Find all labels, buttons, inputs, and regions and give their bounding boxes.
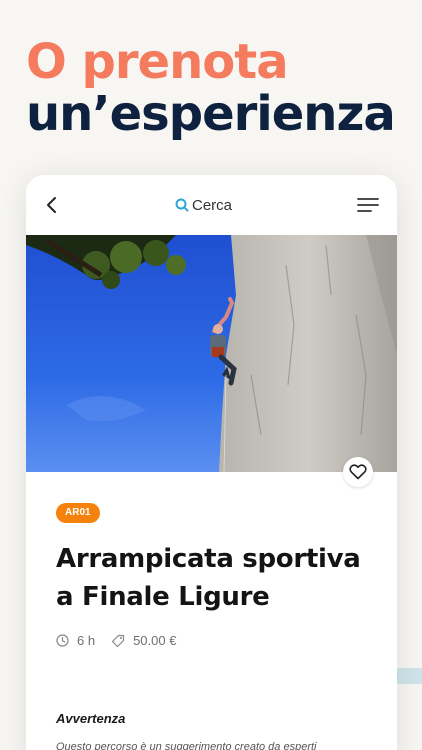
duration-value: 6 h [77, 633, 96, 648]
clock-icon [56, 634, 69, 647]
hero-image [26, 235, 397, 472]
warning-text: Questo percorso è un suggerimento creato… [56, 741, 317, 750]
search-button[interactable]: Cerca [174, 192, 232, 218]
tag-icon [111, 634, 125, 647]
climbing-photo [26, 235, 397, 472]
hamburger-menu-icon [357, 198, 379, 212]
menu-button[interactable] [357, 195, 379, 215]
experience-title: Arrampicata sportiva a Finale Ligure [56, 540, 376, 616]
experience-meta: 6 h 50.00 € [56, 633, 192, 648]
experience-title-line-1: Arrampicata sportiva [56, 544, 361, 574]
search-label: Cerca [192, 196, 233, 214]
duration: 6 h [56, 633, 95, 648]
decorative-bar [396, 668, 422, 684]
headline-line-1: O prenota [26, 34, 289, 90]
experience-title-line-2: a Finale Ligure [56, 582, 270, 612]
experience-code-badge: AR01 [56, 503, 100, 523]
chevron-left-icon [47, 197, 56, 213]
phone-card: Cerca AR01 Arrampicata sportiva a Finale… [26, 175, 397, 750]
price: 50.00 € [111, 633, 176, 648]
warning-title: Avvertenza [56, 711, 126, 726]
app-header: Cerca [26, 175, 397, 235]
heart-icon [349, 464, 367, 480]
favorite-button[interactable] [343, 457, 373, 487]
price-value: 50.00 € [133, 633, 177, 648]
search-icon [175, 198, 189, 212]
back-button[interactable] [40, 193, 62, 217]
headline: O prenota un’esperienza [26, 34, 396, 142]
headline-line-2: un’esperienza [26, 86, 396, 142]
